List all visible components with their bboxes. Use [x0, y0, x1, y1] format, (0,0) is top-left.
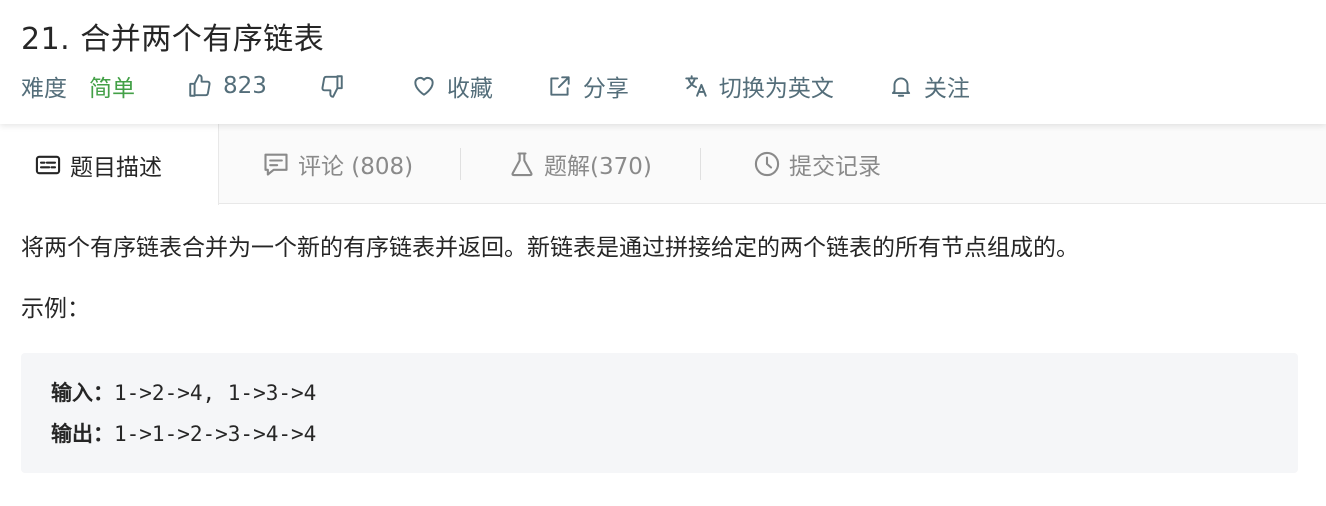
follow-button[interactable]: 关注: [888, 69, 970, 103]
output-label: 输出：: [51, 422, 114, 446]
input-label: 输入：: [51, 381, 114, 405]
problem-content: 将两个有序链表合并为一个新的有序链表并返回。新链表是通过拼接给定的两个链表的所有…: [21, 228, 1311, 473]
tab-description-label: 题目描述: [70, 154, 162, 181]
translate-label: 切换为英文: [718, 76, 834, 102]
clock-icon: [754, 151, 780, 177]
problem-meta-bar: 难度 简单 823 收藏 分享 切换为英文 关注: [21, 70, 970, 102]
difficulty-value: 简单: [89, 76, 135, 102]
share-icon: [550, 76, 570, 96]
output-value: 1->1->2->3->4->4: [114, 422, 317, 446]
like-button[interactable]: 823: [187, 73, 267, 99]
share-button[interactable]: 分享: [547, 69, 629, 103]
dislike-button[interactable]: [319, 73, 345, 99]
favorite-label: 收藏: [446, 76, 493, 102]
tab-solutions[interactable]: 题解(370): [508, 124, 652, 204]
translate-button[interactable]: 切换为英文: [683, 69, 834, 103]
tab-submissions-label: 提交记录: [789, 154, 881, 180]
tab-divider: [700, 148, 701, 180]
thumbs-down-icon: [321, 75, 343, 98]
share-label: 分享: [582, 76, 629, 102]
tab-bar: 题目描述 评论 (808) 题解(370) 提交记录: [0, 124, 1326, 205]
example-output-line: 输出：1->1->2->3->4->4: [51, 414, 1298, 455]
flask-icon: [511, 152, 533, 177]
like-count: 823: [223, 73, 267, 99]
input-value: 1->2->4, 1->3->4: [114, 381, 317, 405]
favorite-button[interactable]: 收藏: [411, 69, 493, 103]
comment-icon: [264, 153, 288, 176]
tab-description[interactable]: 题目描述: [0, 124, 219, 205]
translate-icon: [685, 75, 707, 97]
problem-title: 21. 合并两个有序链表: [21, 22, 325, 57]
example-label: 示例：: [21, 296, 90, 322]
difficulty-label: 难度: [21, 76, 67, 102]
thumbs-up-icon: [189, 74, 211, 97]
problem-description: 将两个有序链表合并为一个新的有序链表并返回。新链表是通过拼接给定的两个链表的所有…: [21, 235, 1079, 261]
tab-comments[interactable]: 评论 (808): [262, 124, 413, 204]
tab-solutions-label: 题解(370): [544, 154, 652, 180]
difficulty: 难度 简单: [21, 69, 135, 103]
follow-label: 关注: [923, 76, 970, 102]
example-input-line: 输入：1->2->4, 1->3->4: [51, 373, 1298, 414]
example-code-block: 输入：1->2->4, 1->3->4 输出：1->1->2->3->4->4: [21, 353, 1298, 473]
description-icon: [35, 155, 61, 174]
problem-header: 21. 合并两个有序链表 难度 简单 823 收藏 分享 切换为英文 关注: [0, 0, 1326, 124]
tab-divider: [460, 148, 461, 180]
heart-icon: [414, 76, 434, 96]
bell-icon: [891, 77, 911, 97]
tab-comments-label: 评论 (808): [298, 154, 414, 180]
tab-submissions[interactable]: 提交记录: [753, 124, 881, 204]
